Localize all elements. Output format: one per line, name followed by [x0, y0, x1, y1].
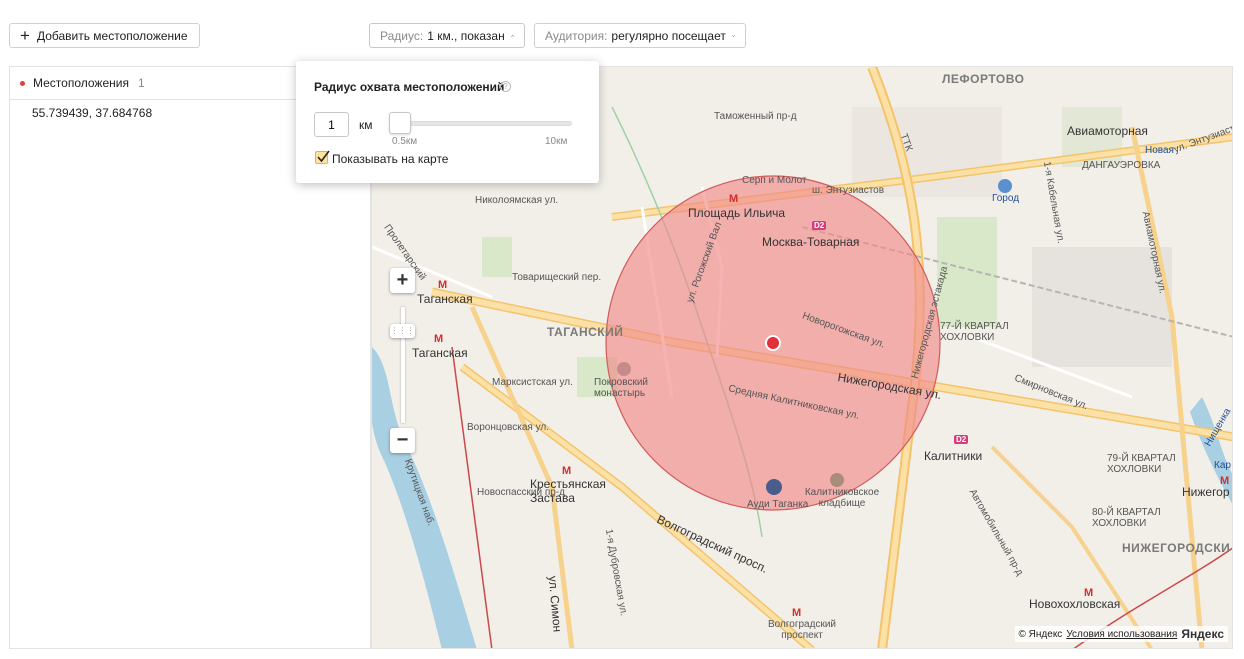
radius-unit: км: [359, 118, 373, 132]
monastery-icon: [617, 362, 631, 376]
audience-value: регулярно посещает: [611, 28, 726, 43]
metro-icon: М: [434, 333, 444, 345]
yandex-logo: Яндекс: [1181, 627, 1224, 641]
map-label-tamozhenny: Таможенный пр-д: [714, 111, 797, 122]
shopping-icon: [998, 179, 1012, 193]
map-label-kvartal77: 77-Й КВАРТАЛ ХОХЛОВКИ: [940, 321, 1009, 343]
map-label-nizhegorodsky: НИЖЕГОРОДСКИ: [1122, 541, 1231, 555]
show-on-map-label[interactable]: Показывать на карте: [332, 152, 448, 166]
metro-icon: М: [562, 465, 572, 477]
audience-dropdown[interactable]: Аудитория: регулярно посещает: [534, 23, 746, 48]
metro-icon: М: [438, 279, 448, 291]
map-label-aviamotornaya: Авиамоторная: [1067, 124, 1148, 138]
radius-prefix: Радиус:: [380, 28, 424, 43]
map-label-dangauerovka: ДАНГАУЭРОВКА: [1082, 160, 1161, 171]
chevron-up-icon: [510, 34, 514, 37]
map-label-novaya: Новая: [1145, 145, 1174, 156]
map-label-tagansky: ТАГАНСКИЙ: [547, 325, 624, 339]
zoom-in-button[interactable]: +: [390, 268, 415, 293]
map-label-pokrovsky: Покровский монастырь: [594, 377, 648, 399]
locations-title: Местоположения: [33, 76, 129, 90]
map-label-vorontsovskaya: Воронцовская ул.: [467, 422, 549, 433]
location-dot-icon: [20, 80, 25, 86]
copyright-text: © Яндекс: [1018, 628, 1063, 640]
map-label-kalitnikovskoe: Калитниковское кладбище: [804, 487, 880, 509]
map-label-krestyanskaya: Крестьянская Застава: [530, 477, 606, 505]
radius-popover-title: Радиус охвата местоположений: [314, 80, 505, 94]
map-label-serp-molot: Серп и Молот: [742, 175, 807, 186]
radius-value: 1 км., показан: [427, 28, 505, 43]
radius-dropdown[interactable]: Радиус: 1 км., показан: [369, 23, 525, 48]
terms-link[interactable]: Условия использования: [1066, 629, 1177, 640]
radius-slider-max: 10км: [545, 136, 568, 147]
map-label-taganskaya: Таганская: [417, 292, 473, 306]
location-marker: [765, 335, 781, 351]
radius-popover: Радиус охвата местоположений ? км 0.5км …: [296, 61, 599, 183]
map-label-taganskaya-2: Таганская: [412, 346, 468, 360]
map-label-nizhegorodnaya-m: Нижегор: [1182, 485, 1230, 499]
map-label-kvartal80: 80-Й КВАРТАЛ ХОХЛОВКИ: [1092, 507, 1161, 529]
map-label-kara: Кар: [1214, 460, 1231, 471]
map-label-volgogradsky-prospekt: Волгоградский проспект: [768, 619, 836, 641]
add-location-label: Добавить местоположение: [36, 28, 188, 43]
locations-count: 1: [137, 76, 145, 90]
help-icon[interactable]: ?: [500, 81, 511, 92]
map-label-ploshchad-ilicha: Площадь Ильича: [688, 206, 786, 220]
metro-icon: М: [1220, 475, 1230, 487]
d2-badge: D2: [954, 435, 969, 444]
d2-badge: D2: [812, 221, 827, 230]
cemetery-icon: [830, 473, 844, 487]
map-label-kvartal79: 79-Й КВАРТАЛ ХОХЛОВКИ: [1107, 453, 1176, 475]
audience-prefix: Аудитория:: [545, 28, 608, 43]
radius-slider-track[interactable]: [392, 121, 572, 126]
zoom-slider-handle[interactable]: ⋮⋮⋮: [390, 324, 415, 338]
map-copyright: © Яндекс Условия использования Яндекс: [1014, 626, 1228, 642]
metro-icon: М: [1084, 587, 1094, 599]
map-label-gorod: Город: [992, 193, 1020, 204]
radius-slider-thumb[interactable]: [389, 112, 411, 134]
map-label-kalitniki: Калитники: [924, 449, 983, 463]
map-label-lefortovo: ЛЕФОРТОВО: [942, 72, 1025, 86]
map-label-marksistskaya: Марксистская ул.: [492, 377, 573, 388]
map-label-moskva-tovarnaya: Москва-Товарная: [762, 235, 860, 249]
plus-icon: +: [20, 26, 30, 45]
zoom-out-button[interactable]: −: [390, 428, 415, 453]
chevron-down-icon: [732, 34, 735, 37]
add-location-button[interactable]: + Добавить местоположение: [9, 23, 200, 48]
map-label-novokhokhlovskaya: Новохохловская: [1029, 597, 1121, 611]
show-on-map-checkbox[interactable]: [315, 150, 330, 164]
metro-icon: М: [792, 607, 802, 619]
map-label-tovarishchesky: Товарищеский пер.: [512, 272, 602, 283]
car-dealer-icon: [766, 479, 782, 495]
map-label-nikoloyamskaya: Николоямская ул.: [475, 195, 559, 206]
map-label-audi: Ауди Таганка: [747, 499, 809, 510]
checkmark-icon: [317, 150, 330, 163]
radius-input[interactable]: [314, 112, 349, 137]
map-label-sh-entuziastov: ш. Энтузиастов: [812, 185, 885, 196]
radius-slider-min: 0.5км: [392, 136, 418, 147]
metro-icon: М: [729, 193, 739, 205]
